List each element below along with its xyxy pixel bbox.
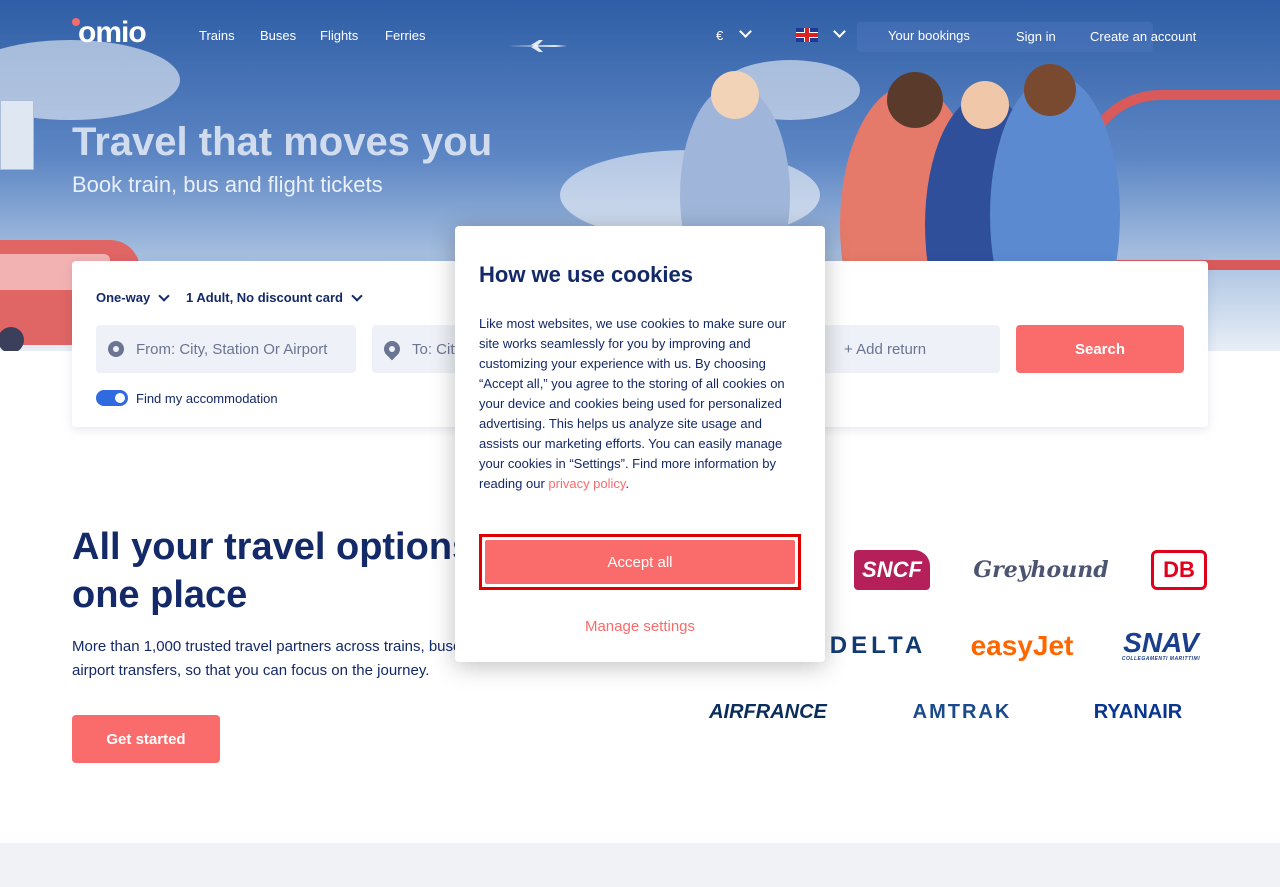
cookie-consent-dialog: How we use cookies Like most websites, w… bbox=[455, 226, 825, 662]
manage-settings-button[interactable]: Manage settings bbox=[479, 610, 801, 642]
cookie-dialog-title: How we use cookies bbox=[479, 262, 693, 287]
cookie-dialog-body: Like most websites, we use cookies to ma… bbox=[479, 316, 787, 491]
accept-all-highlight: Accept all bbox=[479, 534, 801, 590]
accept-all-button[interactable]: Accept all bbox=[485, 540, 795, 584]
privacy-policy-link[interactable]: privacy policy bbox=[548, 476, 625, 491]
